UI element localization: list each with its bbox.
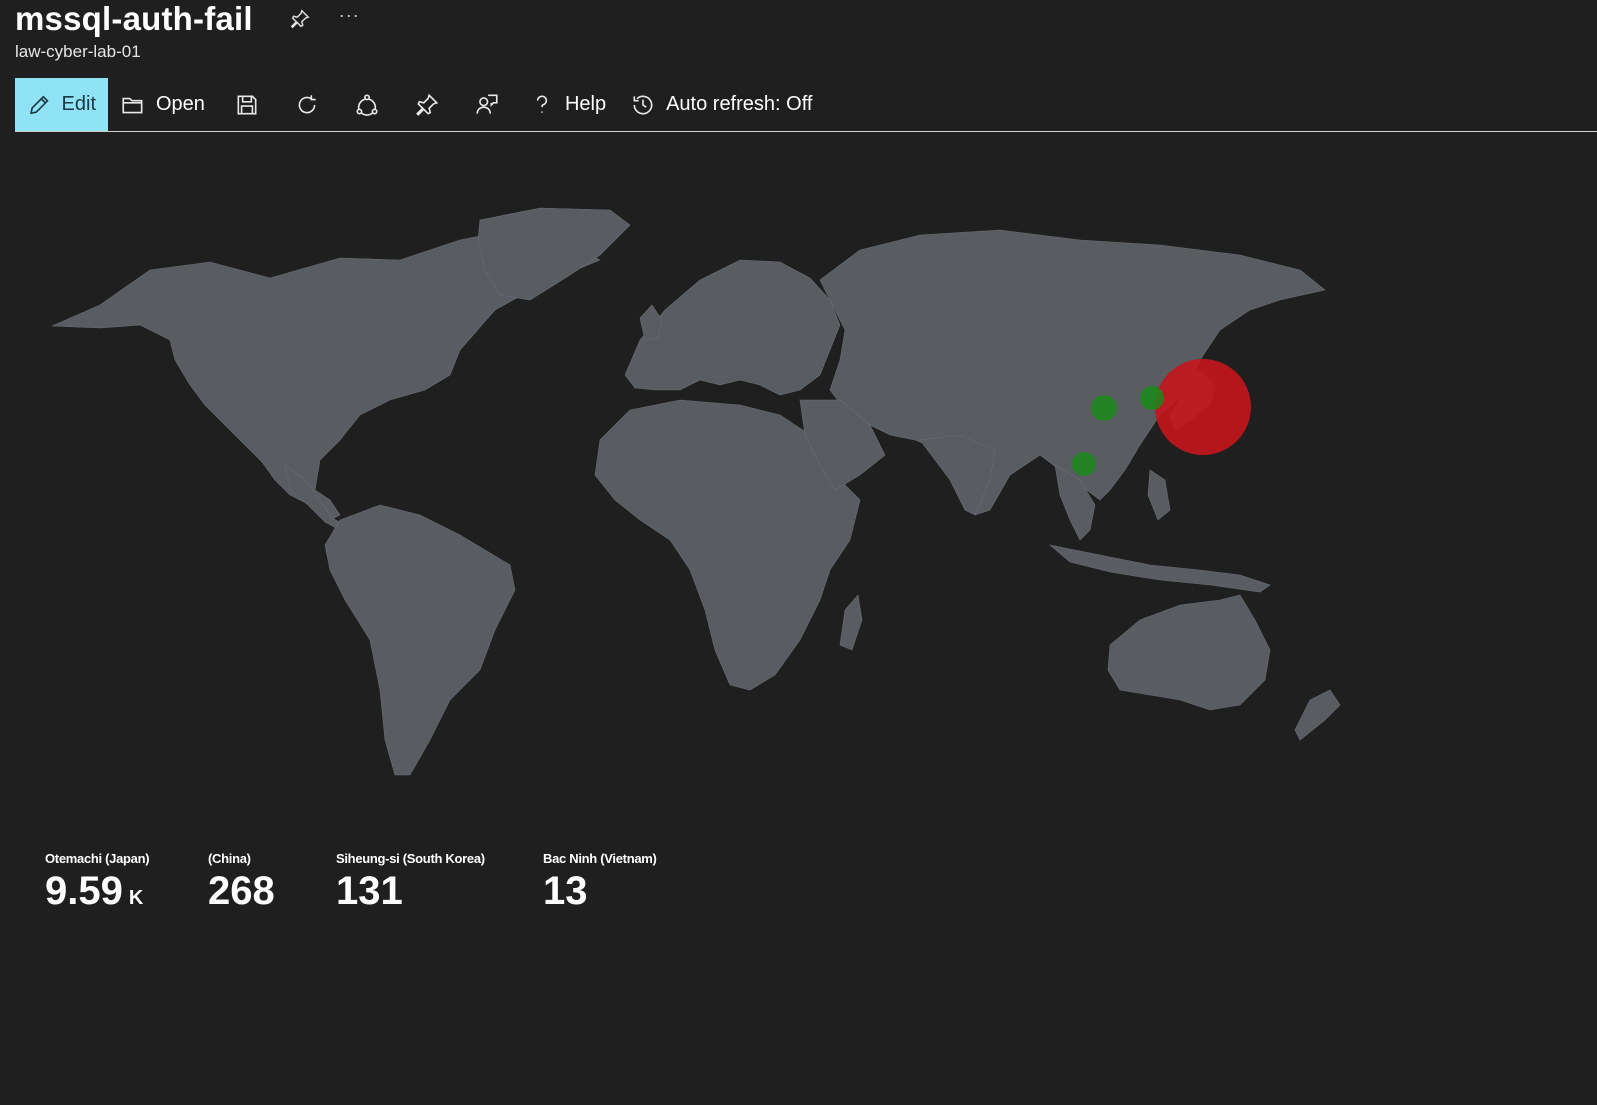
stat-value: 131 [336, 869, 403, 913]
history-icon [633, 95, 653, 114]
greenland [477, 207, 631, 301]
more-options-icon[interactable]: ··· [339, 5, 360, 26]
stat-item: Siheung-si (South Korea) 131 [336, 850, 543, 921]
stat-value: 13 [543, 869, 588, 913]
refresh-button[interactable] [277, 78, 337, 131]
help-label: Help [564, 93, 607, 115]
save-button[interactable] [217, 78, 277, 131]
stat-location: Siheung-si (South Korea) [336, 851, 485, 866]
madagascar [839, 594, 863, 651]
save-icon [237, 95, 257, 114]
stat-value: 268 [208, 869, 275, 913]
new-zealand [1294, 689, 1341, 741]
refresh-icon [298, 94, 316, 113]
stat-item: (China) 268 [208, 850, 336, 921]
edit-button[interactable]: Edit [15, 78, 108, 131]
stat-location: Otemachi (Japan) [45, 851, 150, 866]
land-masses [51, 207, 1341, 776]
stats-legend: Otemachi (Japan) 9.59 K (China) 268 Siheu… [45, 850, 703, 921]
south-america [324, 504, 516, 776]
stat-item: Otemachi (Japan) 9.59 K [45, 850, 208, 921]
share-icon [356, 93, 378, 116]
stat-location: Bac Ninh (Vietnam) [543, 851, 657, 866]
stat-value-row: 9.59 K [45, 868, 208, 921]
toolbar: Edit Open Help Auto refresh: Off [15, 78, 1597, 132]
pin-icon [416, 93, 439, 116]
pencil-icon [30, 95, 49, 114]
page-title: mssql-auth-fail [15, 0, 253, 37]
map-bubble[interactable] [1155, 359, 1251, 455]
open-button[interactable]: Open [108, 78, 217, 131]
auto-refresh-button[interactable]: Auto refresh: Off [618, 78, 824, 131]
auto-refresh-label: Auto refresh: Off [666, 93, 813, 115]
folder-open-icon [122, 97, 143, 113]
stat-item: Bac Ninh (Vietnam) 13 [543, 850, 703, 921]
map-bubble[interactable] [1072, 452, 1096, 476]
stat-value: 9.59 [45, 869, 123, 913]
pin-to-dashboard-button[interactable] [397, 78, 457, 131]
stat-location: (China) [208, 851, 251, 866]
world-map [40, 200, 1380, 840]
workspace-subtitle: law-cyber-lab-01 [15, 42, 141, 61]
help-button[interactable]: Help [517, 78, 618, 131]
map-bubble[interactable] [1091, 395, 1117, 421]
philippines [1147, 469, 1171, 521]
uk [639, 304, 663, 341]
question-icon [536, 94, 548, 113]
asia [819, 229, 1326, 516]
stat-unit: K [128, 887, 144, 909]
title-row: mssql-auth-fail ··· [15, 0, 360, 38]
feedback-button[interactable] [457, 78, 517, 131]
open-label: Open [156, 93, 205, 115]
australia [1107, 594, 1271, 711]
indonesia [1048, 544, 1271, 593]
edit-label: Edit [61, 93, 96, 115]
pin-icon[interactable] [289, 8, 311, 30]
share-button[interactable] [337, 78, 397, 131]
map-bubble[interactable] [1140, 386, 1164, 410]
feedback-icon [476, 93, 498, 114]
